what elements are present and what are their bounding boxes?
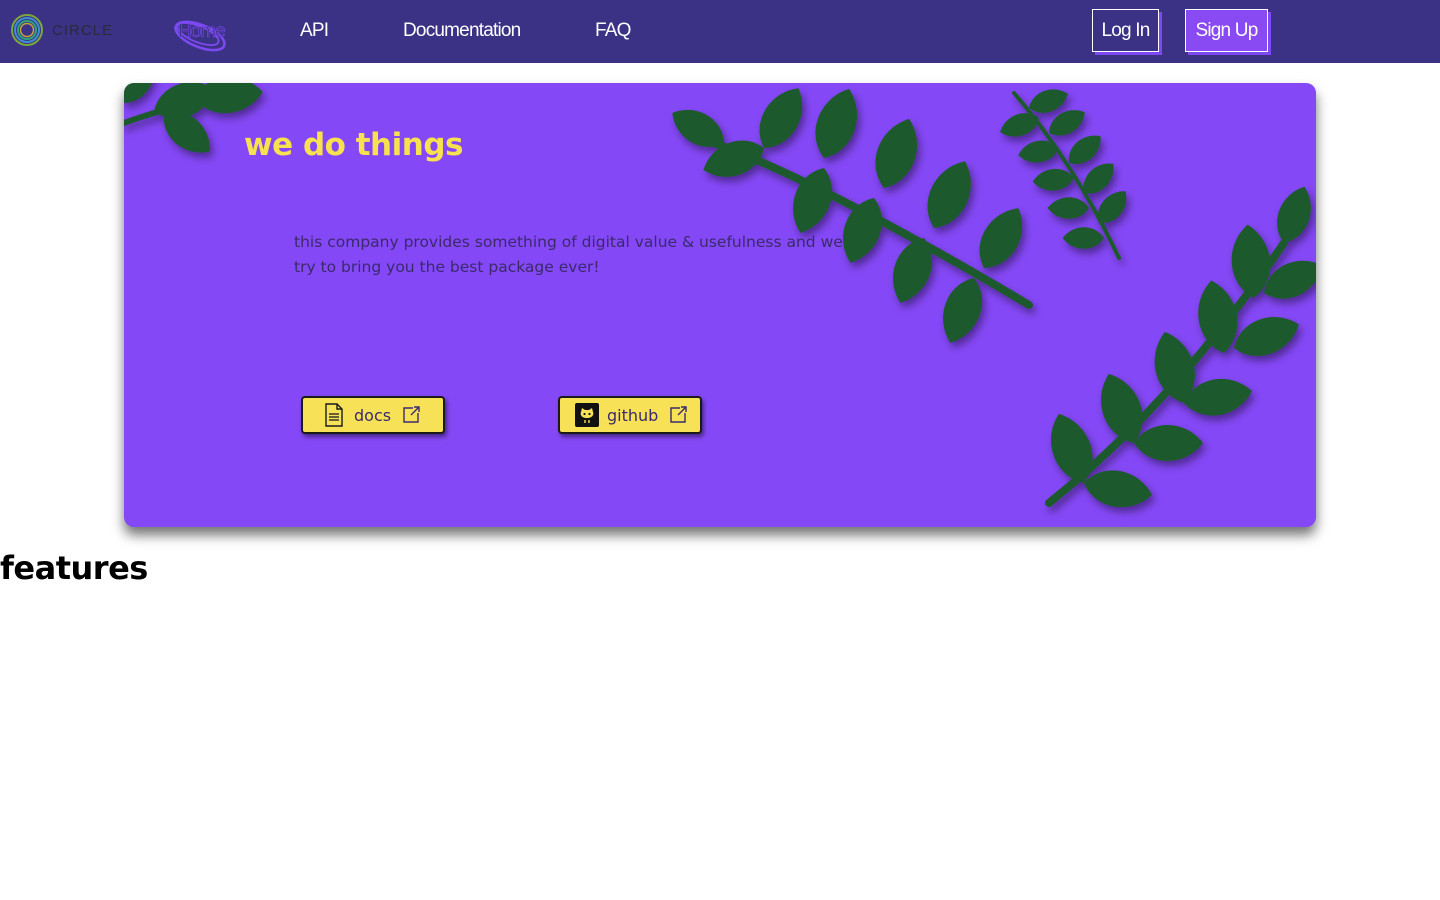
nav-link-documentation[interactable]: Documentation	[403, 20, 521, 42]
document-icon	[322, 403, 346, 427]
hero-card: we do things this company provides somet…	[124, 83, 1316, 527]
top-navbar: CIRCLE Home API Documentation FAQ Log In…	[0, 0, 1440, 63]
nav-link-home[interactable]: Home	[172, 12, 230, 60]
docs-button[interactable]: docs	[301, 396, 445, 434]
nav-link-faq[interactable]: FAQ	[595, 20, 631, 42]
signup-button[interactable]: Sign Up	[1185, 9, 1268, 52]
login-button[interactable]: Log In	[1092, 9, 1159, 52]
github-button-label: github	[607, 405, 659, 425]
external-link-icon	[670, 406, 688, 423]
docs-button-label: docs	[354, 405, 392, 425]
circle-logo[interactable]: CIRCLE	[10, 13, 120, 47]
github-icon	[575, 403, 599, 427]
github-button[interactable]: github	[558, 396, 702, 434]
hero-title: we do things	[244, 127, 463, 163]
nav-home-label: Home	[178, 21, 226, 43]
logo-text: CIRCLE	[52, 21, 114, 39]
external-link-icon	[403, 406, 420, 423]
nav-link-api[interactable]: API	[300, 20, 329, 42]
hero-description: this company provides something of digit…	[294, 233, 843, 276]
circle-logo-icon	[11, 14, 43, 46]
features-heading: features	[0, 549, 148, 587]
